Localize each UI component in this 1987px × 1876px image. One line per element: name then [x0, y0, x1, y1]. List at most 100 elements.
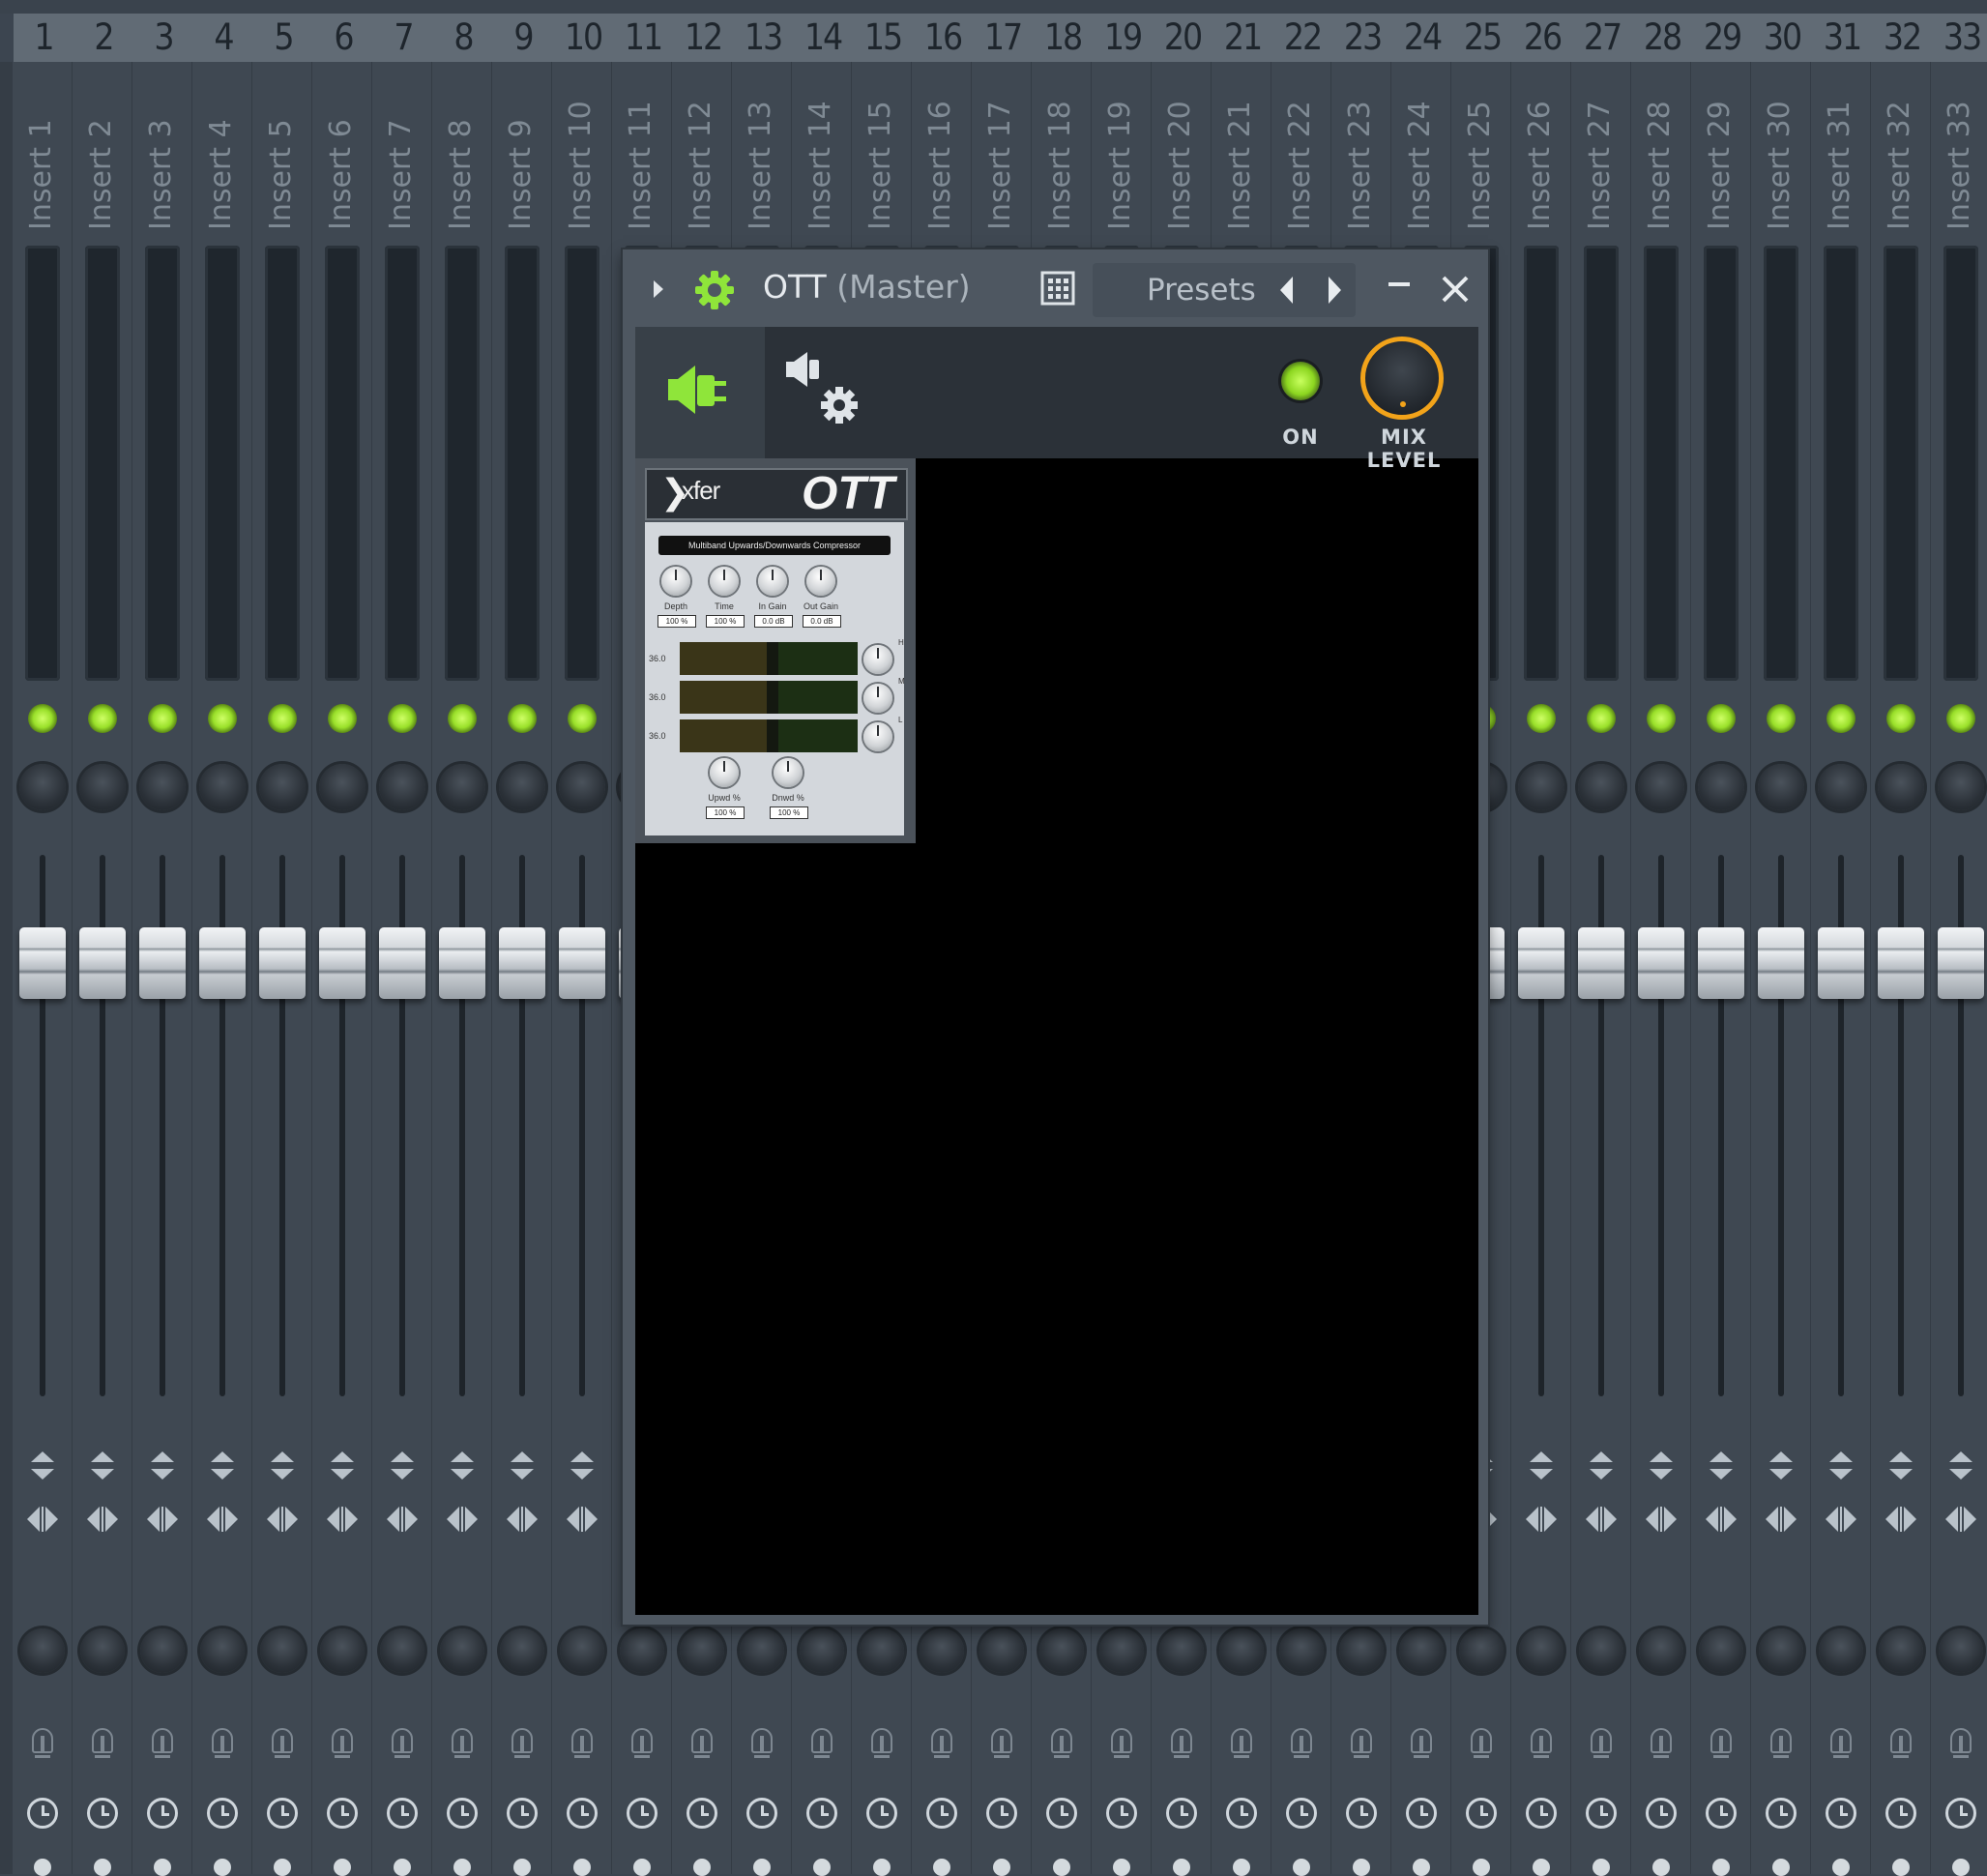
mixer-insert-track[interactable]: Insert 32 — [1870, 62, 1931, 1876]
insert-name[interactable]: Insert 3 — [132, 62, 192, 236]
route-tube-icon[interactable] — [1830, 1728, 1852, 1763]
latency-clock-icon[interactable] — [1406, 1798, 1437, 1829]
gear-icon[interactable] — [693, 269, 736, 311]
mixer-insert-track[interactable]: Insert 9 — [491, 62, 552, 1876]
mute-led[interactable] — [1527, 704, 1556, 733]
stereo-separation-knob[interactable] — [1939, 1628, 1983, 1673]
mute-led[interactable] — [1647, 704, 1676, 733]
volume-fader[interactable] — [1638, 927, 1684, 999]
mute-led[interactable] — [28, 704, 57, 733]
track-number[interactable]: 17 — [973, 14, 1033, 62]
swap-up-down-icon[interactable] — [1949, 1451, 1972, 1482]
volume-fader[interactable] — [1698, 927, 1744, 999]
stereo-separation-knob[interactable] — [1099, 1628, 1144, 1673]
route-tube-icon[interactable] — [751, 1728, 773, 1763]
mute-led[interactable] — [1946, 704, 1975, 733]
track-number[interactable]: 2 — [73, 14, 133, 62]
latency-clock-icon[interactable] — [986, 1798, 1017, 1829]
volume-fader[interactable] — [1578, 927, 1624, 999]
ott-knob[interactable] — [661, 567, 690, 596]
route-tube-icon[interactable] — [1591, 1728, 1612, 1763]
mute-led[interactable] — [508, 704, 537, 733]
route-tube-icon[interactable] — [332, 1728, 353, 1763]
record-dot-icon[interactable] — [1113, 1859, 1130, 1876]
pan-knob[interactable] — [19, 764, 66, 810]
insert-name[interactable]: Insert 14 — [792, 62, 852, 236]
track-number[interactable]: 22 — [1272, 14, 1332, 62]
ott-knob[interactable] — [758, 567, 787, 596]
ott-knob-value[interactable]: 0.0 dB — [754, 615, 793, 628]
track-number[interactable]: 10 — [553, 14, 613, 62]
stereo-separation-knob[interactable] — [1759, 1628, 1803, 1673]
ott-knob-value[interactable]: 100 % — [706, 806, 745, 819]
record-dot-icon[interactable] — [1712, 1859, 1730, 1876]
latency-clock-icon[interactable] — [87, 1798, 118, 1829]
plugin-tab[interactable] — [635, 327, 765, 458]
mute-led[interactable] — [88, 704, 117, 733]
route-tube-icon[interactable] — [631, 1728, 653, 1763]
swap-up-down-icon[interactable] — [1530, 1451, 1553, 1482]
route-tube-icon[interactable] — [871, 1728, 892, 1763]
record-dot-icon[interactable] — [933, 1859, 950, 1876]
pan-knob[interactable] — [79, 764, 126, 810]
latency-clock-icon[interactable] — [207, 1798, 238, 1829]
latency-clock-icon[interactable] — [1885, 1798, 1916, 1829]
track-number[interactable]: 33 — [1932, 14, 1987, 62]
latency-clock-icon[interactable] — [267, 1798, 298, 1829]
mute-led[interactable] — [1767, 704, 1796, 733]
insert-name[interactable]: Insert 27 — [1571, 62, 1631, 236]
swap-left-right-icon[interactable] — [205, 1507, 240, 1532]
track-number[interactable]: 8 — [433, 14, 493, 62]
route-tube-icon[interactable] — [1111, 1728, 1132, 1763]
track-number[interactable]: 29 — [1692, 14, 1752, 62]
track-number[interactable]: 5 — [253, 14, 313, 62]
record-dot-icon[interactable] — [693, 1859, 711, 1876]
stereo-separation-knob[interactable] — [860, 1628, 904, 1673]
track-number[interactable]: 24 — [1392, 14, 1452, 62]
route-tube-icon[interactable] — [272, 1728, 293, 1763]
route-tube-icon[interactable] — [571, 1728, 593, 1763]
swap-left-right-icon[interactable] — [145, 1507, 180, 1532]
swap-up-down-icon[interactable] — [211, 1451, 234, 1482]
track-number[interactable]: 1 — [14, 14, 73, 62]
swap-left-right-icon[interactable] — [1704, 1507, 1739, 1532]
stereo-separation-knob[interactable] — [920, 1628, 964, 1673]
track-number[interactable]: 3 — [133, 14, 193, 62]
track-number[interactable]: 32 — [1872, 14, 1932, 62]
track-number[interactable]: 18 — [1033, 14, 1093, 62]
insert-name[interactable]: Insert 8 — [432, 62, 492, 236]
band-gain-knob[interactable] — [863, 645, 892, 674]
swap-up-down-icon[interactable] — [1889, 1451, 1913, 1482]
insert-name[interactable]: Insert 22 — [1271, 62, 1331, 236]
insert-name[interactable]: Insert 4 — [192, 62, 252, 236]
pan-knob[interactable] — [139, 764, 186, 810]
ott-knob[interactable] — [710, 567, 739, 596]
ott-knob-value[interactable]: 100 % — [770, 806, 808, 819]
track-number[interactable]: 28 — [1632, 14, 1692, 62]
latency-clock-icon[interactable] — [507, 1798, 538, 1829]
track-number[interactable]: 9 — [493, 14, 553, 62]
grid-icon[interactable] — [1040, 271, 1075, 306]
latency-clock-icon[interactable] — [1586, 1798, 1617, 1829]
record-dot-icon[interactable] — [154, 1859, 171, 1876]
track-number[interactable]: 11 — [613, 14, 673, 62]
volume-fader[interactable] — [79, 927, 126, 999]
route-tube-icon[interactable] — [1950, 1728, 1972, 1763]
route-tube-icon[interactable] — [1531, 1728, 1552, 1763]
pan-knob[interactable] — [1578, 764, 1624, 810]
insert-name[interactable]: Insert 9 — [492, 62, 552, 236]
latency-clock-icon[interactable] — [1106, 1798, 1137, 1829]
volume-fader[interactable] — [19, 927, 66, 999]
swap-up-down-icon[interactable] — [331, 1451, 354, 1482]
record-dot-icon[interactable] — [94, 1859, 111, 1876]
stereo-separation-knob[interactable] — [440, 1628, 484, 1673]
latency-clock-icon[interactable] — [147, 1798, 178, 1829]
track-number[interactable]: 30 — [1752, 14, 1812, 62]
record-dot-icon[interactable] — [274, 1859, 291, 1876]
stereo-separation-knob[interactable] — [1519, 1628, 1563, 1673]
insert-name[interactable]: Insert 5 — [252, 62, 312, 236]
swap-left-right-icon[interactable] — [1943, 1507, 1978, 1532]
latency-clock-icon[interactable] — [567, 1798, 598, 1829]
mixer-insert-track[interactable]: Insert 31 — [1810, 62, 1871, 1876]
route-tube-icon[interactable] — [1171, 1728, 1192, 1763]
